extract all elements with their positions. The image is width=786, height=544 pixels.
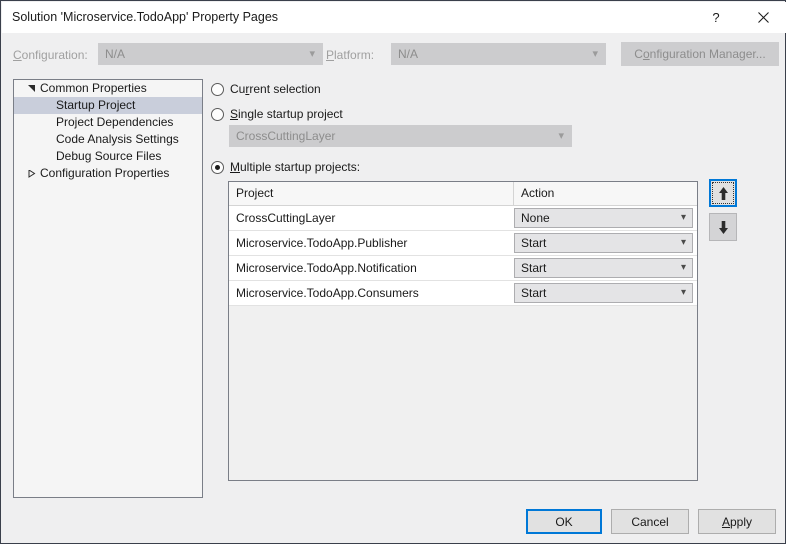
property-pages-dialog: Solution 'Microservice.TodoApp' Property… xyxy=(0,0,786,544)
action-combo[interactable]: None ▾ xyxy=(514,208,693,228)
tree-item-code-analysis-settings[interactable]: Code Analysis Settings xyxy=(14,131,202,148)
table-row[interactable]: CrossCuttingLayer None ▾ xyxy=(229,206,697,231)
tree-item-label: Configuration Properties xyxy=(40,166,170,180)
action-value: None xyxy=(521,211,550,225)
move-down-button[interactable] xyxy=(709,213,737,241)
radio-indicator xyxy=(211,82,224,96)
grid-header-project[interactable]: Project xyxy=(229,182,514,205)
cell-project-name: Microservice.TodoApp.Notification xyxy=(236,261,417,275)
chevron-down-icon: ▾ xyxy=(309,48,315,60)
cell-project-name: Microservice.TodoApp.Consumers xyxy=(236,286,419,300)
cell-action[interactable]: None ▾ xyxy=(514,208,697,228)
single-startup-project-value: CrossCuttingLayer xyxy=(236,129,336,143)
property-tree-panel[interactable]: Common Properties Startup Project Projec… xyxy=(13,79,203,498)
cell-action[interactable]: Start ▾ xyxy=(514,258,697,278)
expander-expanded-icon[interactable] xyxy=(26,80,38,97)
table-row[interactable]: Microservice.TodoApp.Notification Start … xyxy=(229,256,697,281)
help-button[interactable]: ? xyxy=(693,2,739,33)
startup-projects-grid[interactable]: Project Action CrossCuttingLayer None ▾ … xyxy=(228,181,698,481)
radio-single-startup-label: Single startup project xyxy=(230,107,343,121)
tree-item-common-properties[interactable]: Common Properties xyxy=(14,80,202,97)
title-bar: Solution 'Microservice.TodoApp' Property… xyxy=(2,2,786,33)
question-mark-icon: ? xyxy=(712,10,720,25)
tree-item-label: Common Properties xyxy=(40,81,147,95)
platform-combo[interactable]: N/A ▾ xyxy=(391,43,606,65)
radio-current-selection-label: Current selection xyxy=(230,82,321,96)
radio-indicator xyxy=(211,160,224,174)
chevron-down-icon: ▾ xyxy=(680,212,686,223)
radio-multiple-startup-projects[interactable]: Multiple startup projects: xyxy=(211,160,360,174)
action-value: Start xyxy=(521,261,547,275)
single-startup-project-combo[interactable]: CrossCuttingLayer ▾ xyxy=(229,125,572,147)
tree-item-label: Debug Source Files xyxy=(56,149,162,163)
radio-indicator xyxy=(211,107,224,121)
chevron-down-icon: ▾ xyxy=(680,287,686,298)
cancel-button[interactable]: Cancel xyxy=(611,509,689,534)
window-title: Solution 'Microservice.TodoApp' Property… xyxy=(12,10,279,24)
cell-project-name: Microservice.TodoApp.Publisher xyxy=(236,236,408,250)
configuration-manager-button[interactable]: Configuration Manager... xyxy=(621,42,779,66)
chevron-down-icon: ▾ xyxy=(592,48,598,60)
apply-button[interactable]: Apply xyxy=(698,509,776,534)
tree-item-project-dependencies[interactable]: Project Dependencies xyxy=(14,114,202,131)
cell-action[interactable]: Start ▾ xyxy=(514,233,697,253)
tree-item-configuration-properties[interactable]: Configuration Properties xyxy=(14,165,202,182)
grid-empty-area xyxy=(229,306,697,480)
action-combo[interactable]: Start ▾ xyxy=(514,233,693,253)
cell-action[interactable]: Start ▾ xyxy=(514,283,697,303)
action-value: Start xyxy=(521,236,547,250)
tree-item-label: Startup Project xyxy=(56,98,136,112)
configuration-combo[interactable]: N/A ▾ xyxy=(98,43,323,65)
tree-item-startup-project[interactable]: Startup Project xyxy=(14,97,202,114)
chevron-down-icon: ▾ xyxy=(558,130,564,142)
grid-header-row: Project Action xyxy=(229,182,697,206)
tree-item-label: Project Dependencies xyxy=(56,115,174,129)
platform-label: Platform: xyxy=(326,48,375,62)
radio-multiple-startup-label: Multiple startup projects: xyxy=(230,160,361,174)
action-value: Start xyxy=(521,286,547,300)
chevron-down-icon: ▾ xyxy=(680,262,686,273)
ok-button[interactable]: OK xyxy=(526,509,602,534)
radio-current-selection[interactable]: Current selection xyxy=(211,82,321,96)
close-button[interactable] xyxy=(740,2,786,33)
grid-body: CrossCuttingLayer None ▾ Microservice.To… xyxy=(229,206,697,306)
move-down-arrow-icon xyxy=(718,220,728,234)
move-up-button[interactable] xyxy=(709,179,737,207)
tree-item-debug-source-files[interactable]: Debug Source Files xyxy=(14,148,202,165)
apply-button-label: Apply xyxy=(721,514,753,529)
configuration-label: Configuration: xyxy=(13,48,88,62)
expander-collapsed-icon[interactable] xyxy=(26,165,38,182)
chevron-down-icon: ▾ xyxy=(680,237,686,248)
close-icon xyxy=(757,12,769,23)
table-row[interactable]: Microservice.TodoApp.Publisher Start ▾ xyxy=(229,231,697,256)
platform-value: N/A xyxy=(398,47,419,61)
tree-item-label: Code Analysis Settings xyxy=(56,132,179,146)
action-combo[interactable]: Start ▾ xyxy=(514,258,693,278)
radio-single-startup-project[interactable]: Single startup project xyxy=(211,107,343,121)
cancel-button-label: Cancel xyxy=(631,514,669,529)
cell-project-name: CrossCuttingLayer xyxy=(236,211,336,225)
ok-button-label: OK xyxy=(555,514,573,529)
action-combo[interactable]: Start ▾ xyxy=(514,283,693,303)
configuration-manager-label: Configuration Manager... xyxy=(634,47,766,61)
move-up-arrow-icon xyxy=(718,186,728,200)
table-row[interactable]: Microservice.TodoApp.Consumers Start ▾ xyxy=(229,281,697,306)
configuration-value: N/A xyxy=(105,47,126,61)
grid-header-action[interactable]: Action xyxy=(514,182,697,205)
